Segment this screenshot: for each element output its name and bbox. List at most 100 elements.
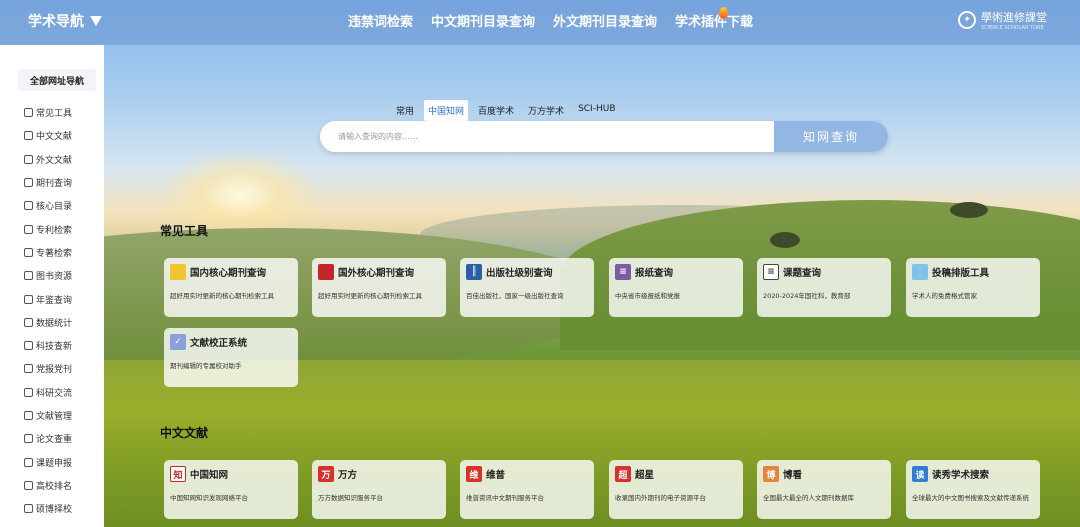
sidebar-item-patent-search[interactable]: 专利检索 [0, 217, 104, 240]
resource-card-chaoxing[interactable]: 超超星 收录国内外期刊的电子资源平台 [609, 460, 743, 519]
section-title-chinese-literature: 中文文献 [160, 426, 209, 440]
sidebar-item-project-application[interactable]: 课题申报 [0, 450, 104, 473]
search-button[interactable]: 知网查询 [774, 121, 888, 152]
sidebar-item-label: 论文查重 [36, 435, 73, 446]
sidebar-item-label: 外文文献 [36, 155, 73, 166]
sidebar-item-novelty-search[interactable]: 科技查新 [0, 334, 104, 357]
tree [950, 202, 988, 218]
card-name: 课题查询 [783, 268, 822, 279]
card-name: 国外核心期刊查询 [338, 268, 415, 279]
card-desc: 全球最大的中文图书搜索及文献传递系统 [912, 494, 1029, 502]
tool-card-project-query[interactable]: ≡ 课题查询 2020-2024年国社科，教育部 [757, 258, 891, 317]
clipboard-icon [24, 457, 33, 467]
library-icon [24, 271, 33, 281]
tab-wanfang[interactable]: 万方学术 [524, 100, 568, 121]
tool-card-domestic-core-journals[interactable]: 国内核心期刊查询 超好用实时更新的核心期刊检索工具 [164, 258, 298, 317]
card-name: 万方 [338, 470, 358, 481]
weipu-icon: 维 [466, 466, 482, 482]
sidebar-item-journal-query[interactable]: 期刊查询 [0, 171, 104, 194]
tool-card-foreign-core-journals[interactable]: 国外核心期刊查询 超好用实时更新的核心期刊检索工具 [312, 258, 446, 317]
chaoxing-icon: 超 [615, 466, 631, 482]
sidebar-item-research-exchange[interactable]: 科研交流 [0, 381, 104, 404]
search-engine-tabs: 常用 中国知网 百度学术 万方学术 SCI-HUB [392, 100, 620, 121]
sidebar-item-book-resources[interactable]: 图书资源 [0, 264, 104, 287]
card-desc: 中国知网知识发现网络平台 [170, 494, 248, 502]
sidebar-item-label: 硕博择校 [36, 505, 73, 516]
resource-card-weipu[interactable]: 维维普 维普资讯中文期刊服务平台 [460, 460, 594, 519]
tool-card-newspaper-query[interactable]: ≡ 报纸查询 中央省市级报纸和党报 [609, 258, 743, 317]
globe-icon [24, 154, 33, 164]
resource-card-bookan[interactable]: 博博看 全国最大最全的人文期刊数据库 [757, 460, 891, 519]
sidebar-item-common-tools[interactable]: 常见工具 [0, 101, 104, 124]
patent-icon [24, 224, 33, 234]
card-name: 博看 [783, 470, 803, 481]
sidebar-item-graduate-school-choice[interactable]: 硕博择校 [0, 497, 104, 520]
card-desc: 超好用实时更新的核心期刊检索工具 [318, 292, 422, 300]
sidebar-item-university-ranking[interactable]: 高校排名 [0, 474, 104, 497]
card-desc: 维普资讯中文期刊服务平台 [466, 494, 544, 502]
dropdown-triangle-icon [90, 16, 102, 26]
card-desc: 超好用实时更新的核心期刊检索工具 [170, 292, 274, 300]
search-bar: 知网查询 [320, 121, 888, 152]
tab-cnki[interactable]: 中国知网 [424, 100, 469, 121]
sidebar-item-label: 专著检索 [36, 248, 73, 259]
sidebar-item-core-catalog[interactable]: 核心目录 [0, 194, 104, 217]
tool-card-submission-formatting[interactable]: 投稿排版工具 学术人的免费格式管家 [906, 258, 1040, 317]
tab-sci-hub[interactable]: SCI-HUB [574, 100, 619, 121]
card-name: 国内核心期刊查询 [190, 268, 267, 279]
card-name: 报纸查询 [635, 268, 674, 279]
logo-emblem-icon: ✦ [958, 11, 976, 29]
sidebar-header[interactable]: 全部网址导航 [18, 69, 96, 91]
sidebar-item-label: 高校排名 [36, 481, 73, 492]
sidebar-item-party-press[interactable]: 党报党刊 [0, 357, 104, 380]
card-desc: 学术人的免费格式管家 [912, 292, 977, 300]
sidebar-item-label: 科研交流 [36, 388, 73, 399]
sidebar-item-monograph-search[interactable]: 专著检索 [0, 241, 104, 264]
search-icon [24, 247, 33, 257]
chat-icon [24, 387, 33, 397]
card-name: 投稿排版工具 [932, 268, 990, 279]
card-name: 出版社级别查询 [486, 268, 553, 279]
tab-common[interactable]: 常用 [392, 100, 418, 121]
sidebar-item-label: 数据统计 [36, 318, 73, 329]
card-desc: 全国最大最全的人文期刊数据库 [763, 494, 854, 502]
brand-menu[interactable]: 学术导航 [28, 11, 102, 31]
card-name: 中国知网 [190, 470, 229, 481]
sidebar-item-reference-management[interactable]: 文献管理 [0, 404, 104, 427]
sidebar-item-plagiarism-check[interactable]: 论文查重 [0, 427, 104, 450]
bars-icon: ║ [466, 264, 482, 280]
sidebar-item-data-statistics[interactable]: 数据统计 [0, 311, 104, 334]
nav-link-foreign-journals[interactable]: 外文期刊目录查询 [553, 11, 657, 30]
journal-icon [24, 178, 33, 188]
nav-link-plugin-download[interactable]: 学术插件下载 [675, 11, 753, 30]
folder-icon [170, 264, 186, 280]
cnki-icon: 知 [170, 466, 186, 482]
resource-card-wanfang[interactable]: 万万方 万方数据知识服务平台 [312, 460, 446, 519]
sidebar-item-yearbook-query[interactable]: 年鉴查询 [0, 287, 104, 310]
chart-icon [24, 317, 33, 327]
sidebar-item-label: 课题申报 [36, 458, 73, 469]
tool-card-publisher-level[interactable]: ║ 出版社级别查询 百佳出版社，国家一级出版社查询 [460, 258, 594, 317]
nav-link-banned-words[interactable]: 违禁词检索 [348, 11, 413, 30]
card-desc: 期刊编辑的专属校对助手 [170, 362, 242, 370]
nav-link-cn-journals[interactable]: 中文期刊目录查询 [431, 11, 535, 30]
card-desc: 收录国内外期刊的电子资源平台 [615, 494, 706, 502]
sidebar-item-label: 核心目录 [36, 202, 73, 213]
sidebar-item-foreign-literature[interactable]: 外文文献 [0, 148, 104, 171]
catalog-icon [24, 201, 33, 211]
site-logo[interactable]: ✦ 學術進修課堂 SCIENCE SCHOLAR TORE [958, 9, 1047, 31]
resource-card-duxiu[interactable]: 读读秀学术搜索 全球最大的中文图书搜索及文献传递系统 [906, 460, 1040, 519]
resource-card-cnki[interactable]: 知中国知网 中国知网知识发现网络平台 [164, 460, 298, 519]
card-name: 超星 [635, 470, 655, 481]
card-desc: 2020-2024年国社科，教育部 [763, 292, 851, 300]
search-input[interactable] [320, 121, 774, 152]
sidebar-item-label: 文献管理 [36, 412, 73, 422]
brand-title: 学术导航 [28, 14, 84, 30]
sidebar-item-chinese-literature[interactable]: 中文文献 [0, 124, 104, 147]
book-icon [318, 264, 334, 280]
sidebar-list: 常见工具 中文文献 外文文献 期刊查询 核心目录 专利检索 专著检索 图书资源 … [0, 101, 104, 520]
folder-icon [24, 411, 33, 420]
tab-baidu-scholar[interactable]: 百度学术 [474, 100, 518, 121]
tool-card-proofreading-system[interactable]: ✓ 文献校正系统 期刊编辑的专属校对助手 [164, 328, 298, 387]
bookan-icon: 博 [763, 466, 779, 482]
